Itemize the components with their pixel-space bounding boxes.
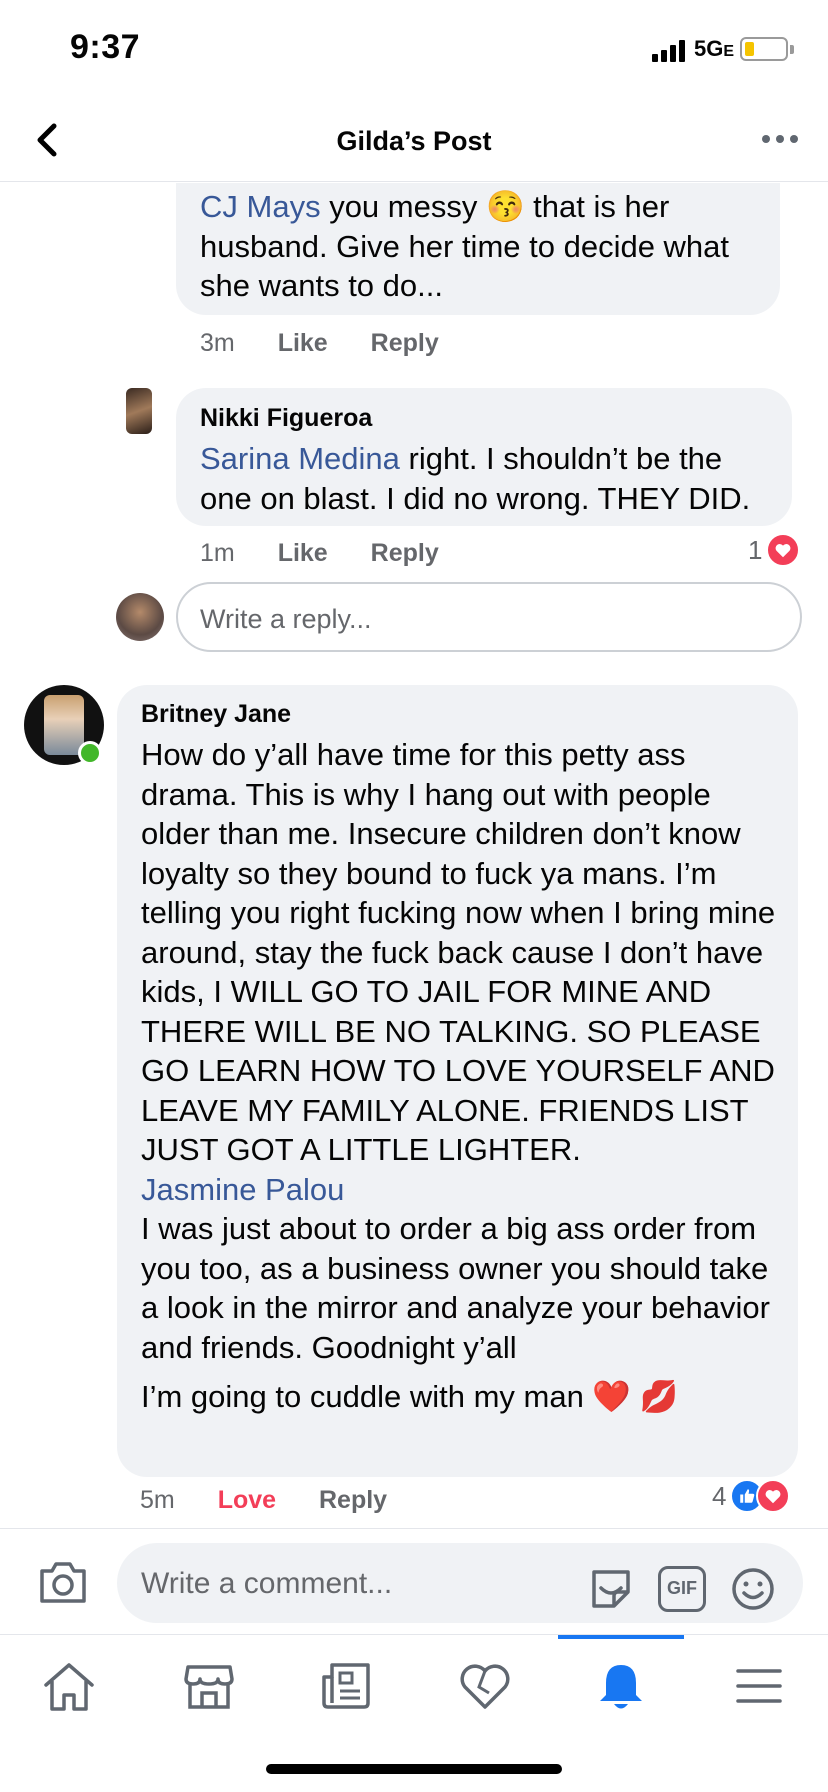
comment-actions: 5m Love Reply [140,1486,423,1515]
comments-feed[interactable]: CJ Mays you messy 😚 that is her husband.… [0,183,828,1528]
more-dots-icon [762,135,798,143]
comment-bubble: CJ Mays you messy 😚 that is her husband.… [176,183,780,315]
comment-author[interactable]: Britney Jane [141,700,782,729]
comment-time: 1m [200,539,235,567]
tab-home[interactable] [40,1657,98,1715]
status-time: 9:37 [70,28,141,66]
page-title: Gilda’s Post [336,126,492,156]
comment-bubble: Nikki Figueroa Sarina Medina right. I sh… [176,388,792,526]
reaction-summary[interactable]: 4 [712,1479,791,1513]
emoji-button[interactable] [730,1566,776,1612]
comment-text: CJ Mays you messy 😚 that is her husband.… [200,189,730,303]
tab-dating[interactable] [456,1657,514,1715]
active-tab-indicator [558,1635,684,1639]
comment-time: 3m [200,329,235,357]
reply-button[interactable]: Reply [371,329,439,357]
reply-button[interactable]: Reply [371,539,439,567]
reaction-summary[interactable]: 1 [748,533,801,567]
love-reaction-icon [756,1479,791,1513]
post-header: Gilda’s Post [0,100,828,182]
menu-icon [736,1669,782,1703]
love-reaction-icon [766,533,801,567]
mention-link[interactable]: Sarina Medina [200,441,400,476]
battery-tip [790,45,794,54]
comment-text: How do y’all have time for this petty as… [141,737,776,1167]
user-avatar [116,593,164,641]
comment-actions: 1m Like Reply [200,539,475,568]
battery-icon [740,37,788,61]
notifications-bell-icon [600,1665,642,1709]
marketplace-icon [184,1665,234,1709]
camera-button[interactable] [38,1559,88,1605]
like-button[interactable]: Like [278,539,328,567]
network-type: 5GE [694,36,735,61]
status-bar: 9:37 5GE [0,0,828,100]
mention-link[interactable]: Jasmine Palou [141,1170,782,1210]
signal-strength-icon [652,38,688,62]
comment-bubble: Britney Jane How do y’all have time for … [117,685,798,1477]
reply-input[interactable]: Write a reply... [176,582,802,652]
reaction-count: 1 [748,534,763,565]
news-icon [322,1663,370,1709]
avatar[interactable] [126,388,152,434]
love-button[interactable]: Love [218,1486,276,1514]
comment-time: 5m [140,1486,175,1514]
comment-text: I was just about to order a big ass orde… [141,1211,770,1365]
bottom-tab-bar [0,1634,828,1734]
comment-author[interactable]: Nikki Figueroa [200,404,770,433]
camera-icon [40,1562,86,1603]
reaction-count: 4 [712,1480,727,1511]
sticker-icon [592,1570,630,1608]
gif-button[interactable]: GIF [658,1566,706,1612]
tab-notifications[interactable] [592,1657,650,1715]
comment-text: I’m going to cuddle with my man ❤️ 💋 [141,1379,679,1414]
comment-text: Sarina Medina right. I shouldn’t be the … [200,441,751,516]
comment-actions: 3m Like Reply [200,329,475,358]
gif-icon: GIF [658,1566,706,1612]
tab-marketplace[interactable] [180,1657,238,1715]
tab-news[interactable] [318,1657,376,1715]
like-button[interactable]: Like [278,329,328,357]
home-indicator[interactable] [266,1764,562,1774]
home-icon [44,1663,94,1711]
dating-heart-icon [460,1664,510,1709]
tab-menu[interactable] [730,1657,788,1715]
emoji-icon [732,1568,774,1610]
online-indicator [78,741,102,765]
comment-composer: Write a comment... GIF [0,1528,828,1634]
reply-button[interactable]: Reply [319,1486,387,1514]
mention-link[interactable]: CJ Mays [200,189,321,224]
sticker-button[interactable] [588,1566,634,1612]
more-options-button[interactable] [758,124,802,154]
